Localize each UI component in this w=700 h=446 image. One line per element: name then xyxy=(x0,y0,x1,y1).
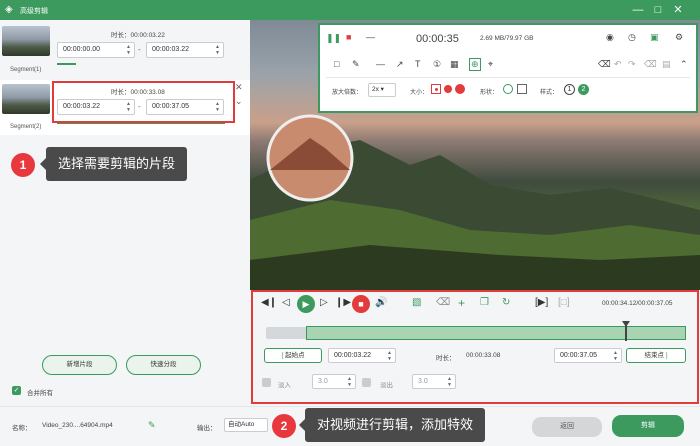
size-label: 大小： xyxy=(410,90,429,96)
magnifier-icon[interactable]: ⊕ xyxy=(469,58,481,71)
undo-icon[interactable]: ↶ xyxy=(614,59,622,70)
callout-text: 对视频进行剪辑，添加特效 xyxy=(298,408,486,442)
style-option-2[interactable]: 2 xyxy=(578,84,589,95)
segment-thumbnail xyxy=(2,26,50,56)
highlight-box xyxy=(52,81,235,123)
spinner-icon[interactable]: ▲ ▼ xyxy=(126,44,131,56)
maximize-icon[interactable]: □ xyxy=(651,3,665,17)
recorder-toolbar: ❚❚ ■ — 00:00:35 2.69 MB/79.97 GB ◉ ◷ ▣ ⚙… xyxy=(318,23,698,113)
segment-end-time[interactable]: 00:00:03.22 ▲ ▼ xyxy=(146,42,224,58)
window-title: 高级剪辑 xyxy=(20,8,48,15)
callout-number: 1 xyxy=(11,153,35,177)
pin-icon[interactable]: ⌃ xyxy=(680,59,688,70)
edit-name-icon[interactable]: ✎ xyxy=(148,420,156,431)
segment-label: Segment(1) xyxy=(10,67,42,73)
segment-thumbnail xyxy=(2,84,50,114)
size-small-option[interactable] xyxy=(431,84,441,94)
redo-icon[interactable]: ↷ xyxy=(628,59,636,70)
output-label: 输出： xyxy=(197,425,217,432)
shape-square-option[interactable] xyxy=(517,84,527,94)
line-icon[interactable]: ― xyxy=(376,59,385,69)
stop-icon[interactable]: ■ xyxy=(346,32,351,42)
style-option-1[interactable]: 1 xyxy=(564,84,575,95)
minimize-bar-icon[interactable]: — xyxy=(366,32,375,42)
back-button[interactable]: 返回 xyxy=(532,417,602,437)
cut-button[interactable]: 剪辑 xyxy=(612,415,684,437)
output-select[interactable]: 自动Auto xyxy=(224,418,268,432)
segment-progress xyxy=(57,63,76,65)
image-icon[interactable]: ▦ xyxy=(450,59,459,70)
number-icon[interactable]: ① xyxy=(433,59,441,70)
recording-timer: 00:00:35 xyxy=(416,33,459,45)
highlight-box xyxy=(251,290,699,404)
pen-icon[interactable]: ✎ xyxy=(352,59,360,70)
segment-label: Segment(2) xyxy=(10,124,42,130)
segment-item[interactable]: Segment(1) 时长：00:00:03.22 00:00:00.00 ▲ ▼ … xyxy=(0,20,250,75)
callout-number: 2 xyxy=(272,414,296,438)
zoom-label: 放大倍数： xyxy=(332,90,363,96)
shape-label: 形状： xyxy=(480,90,499,96)
gear-icon[interactable]: ⚙ xyxy=(675,32,683,43)
clock-icon[interactable]: ◷ xyxy=(628,32,636,43)
segment-panel: Segment(1) 时长：00:00:03.22 00:00:00.00 ▲ ▼ … xyxy=(0,20,250,406)
range-dash: - xyxy=(138,45,141,54)
storage-indicator: 2.69 MB/79.97 GB xyxy=(480,35,534,42)
toolbar-divider xyxy=(326,77,690,78)
toolbox-icon[interactable]: ▣ xyxy=(650,32,659,43)
callout-text: 选择需要剪辑的片段 xyxy=(39,147,188,181)
rectangle-icon[interactable]: □ xyxy=(334,59,339,69)
size-medium-option[interactable] xyxy=(444,85,452,93)
file-name: Video_230....64904.mp4 xyxy=(42,422,113,429)
spinner-icon[interactable]: ▲ ▼ xyxy=(215,44,220,56)
delete-icon[interactable]: ⌫ xyxy=(644,59,657,70)
spotlight-icon[interactable]: ⌖ xyxy=(488,59,493,70)
merge-all-label: 合并所有 xyxy=(27,390,53,397)
save-icon[interactable]: ▤ xyxy=(662,59,671,70)
minimize-icon[interactable]: — xyxy=(631,3,645,17)
zoom-select[interactable]: 2x ▾ xyxy=(368,83,396,97)
segment-duration: 时长：00:00:03.22 xyxy=(111,32,165,39)
eraser-icon[interactable]: ⌫ xyxy=(598,59,611,70)
camera-icon[interactable]: ◉ xyxy=(606,32,614,43)
remove-segment-icon[interactable]: ✕ xyxy=(235,82,243,93)
expand-segment-icon[interactable]: ⌄ xyxy=(235,96,243,107)
segment-start-time[interactable]: 00:00:00.00 ▲ ▼ xyxy=(57,42,135,58)
title-bar: ◈ 高级剪辑 — □ ✕ xyxy=(0,0,700,20)
pause-icon[interactable]: ❚❚ xyxy=(326,33,341,44)
shape-circle-option[interactable] xyxy=(503,84,513,94)
quick-split-button[interactable]: 快速分段 xyxy=(126,355,201,375)
style-label: 样式： xyxy=(540,90,559,96)
arrow-icon[interactable]: ↗ xyxy=(396,59,404,70)
text-icon[interactable]: T xyxy=(415,59,421,69)
app-logo-icon: ◈ xyxy=(5,4,13,15)
name-label: 名称： xyxy=(12,425,32,432)
add-segment-button[interactable]: 新增片段 xyxy=(42,355,117,375)
size-large-option[interactable] xyxy=(455,84,465,94)
merge-all-checkbox[interactable]: ✓ xyxy=(12,386,21,395)
close-icon[interactable]: ✕ xyxy=(671,3,685,17)
